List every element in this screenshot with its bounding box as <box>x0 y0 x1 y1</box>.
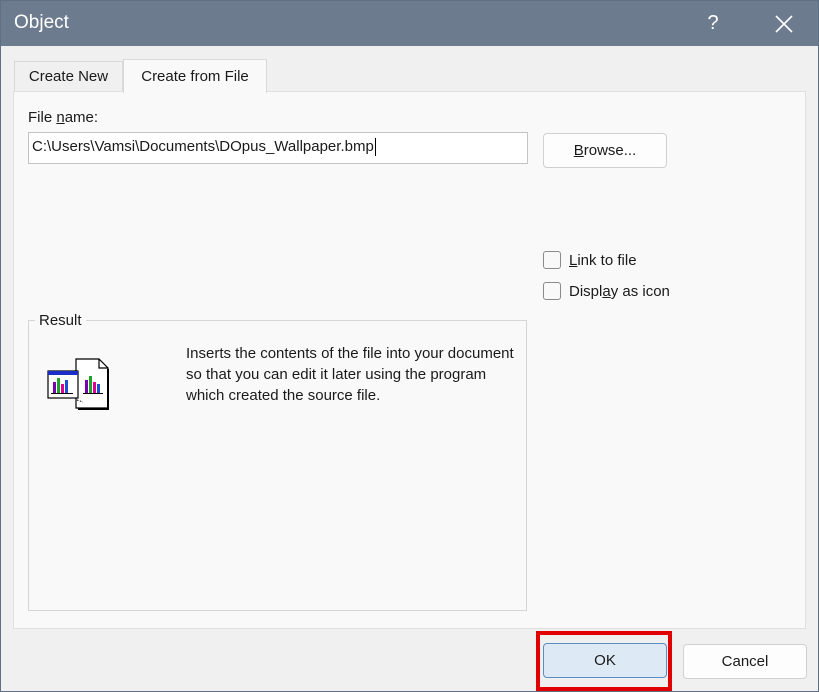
display-as-icon-label: Display as icon <box>569 282 670 300</box>
ok-button[interactable]: OK <box>543 643 667 678</box>
title-bar: Object ? <box>1 1 818 46</box>
tab-create-new[interactable]: Create New <box>14 61 123 91</box>
tab-label: Create from File <box>141 68 249 85</box>
browse-button[interactable]: Browse... <box>543 133 667 168</box>
ok-label: OK <box>594 652 616 669</box>
link-to-file-label: Link to file <box>569 251 637 269</box>
window-title: Object <box>14 12 69 33</box>
tab-create-from-file[interactable]: Create from File <box>123 59 267 93</box>
close-icon <box>775 14 793 33</box>
embedded-object-icon <box>47 358 109 410</box>
cancel-label: Cancel <box>721 653 769 670</box>
result-description: Inserts the contents of the file into yo… <box>186 345 514 404</box>
link-to-file-checkbox[interactable] <box>543 251 561 269</box>
link-to-file-option[interactable]: Link to file <box>543 249 637 271</box>
close-button[interactable] <box>761 1 807 46</box>
object-dialog: Object ? Create New Create from File Fil… <box>0 0 819 692</box>
help-icon: ? <box>707 12 719 34</box>
display-as-icon-option[interactable]: Display as icon <box>543 280 670 302</box>
cancel-button[interactable]: Cancel <box>683 644 807 679</box>
help-button[interactable]: ? <box>691 1 735 46</box>
file-name-input[interactable]: C:\Users\Vamsi\Documents\DOpus_Wallpaper… <box>28 132 528 164</box>
tab-label: Create New <box>28 68 109 85</box>
text-caret <box>374 138 376 157</box>
file-name-label: File name: <box>28 109 99 126</box>
browse-label: Browse... <box>573 142 637 159</box>
display-as-icon-checkbox[interactable] <box>543 282 561 300</box>
result-legend: Result <box>35 312 86 329</box>
